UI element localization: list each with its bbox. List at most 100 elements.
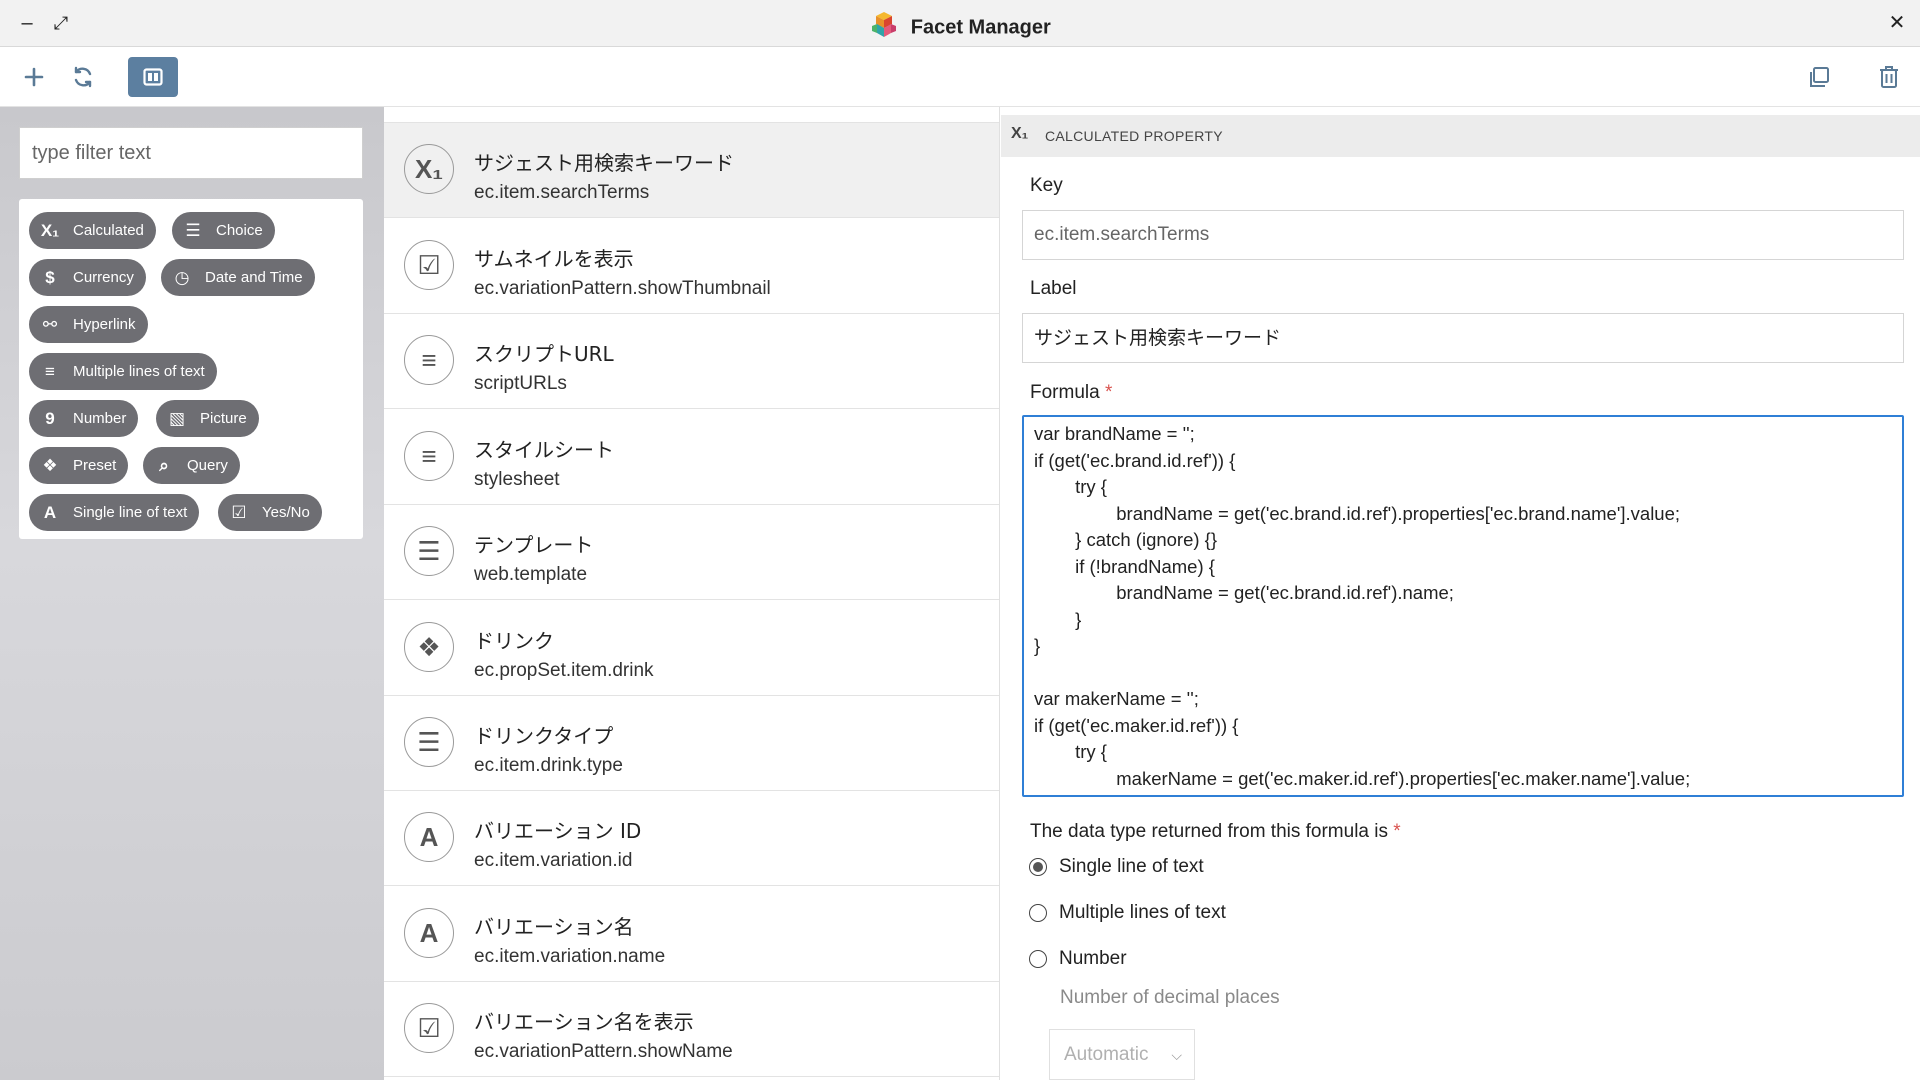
chevron-down-icon: ⌵ — [1171, 1047, 1182, 1063]
chip-yes-no[interactable]: ☑ Yes/No — [218, 494, 322, 531]
item-label: バリエーション ID — [474, 819, 642, 843]
list-item[interactable]: ☑ サムネイルを表示 ec.variationPattern.showThumb… — [384, 219, 999, 314]
property-list: X₁ サジェスト用検索キーワード ec.item.searchTerms ☑ サ… — [384, 107, 1000, 1080]
list-item[interactable]: ❖ ドリンク ec.propSet.item.drink — [384, 601, 999, 696]
chip-preset[interactable]: ❖ Preset — [29, 447, 129, 484]
radio-number[interactable]: Number — [1029, 948, 1127, 970]
window-title-container: Facet Manager — [0, 10, 1920, 46]
key-field[interactable]: ec.item.searchTerms — [1022, 210, 1904, 260]
radio-single-line-of-text[interactable]: Single line of text — [1029, 856, 1204, 878]
chip-currency[interactable]: $ Currency — [29, 259, 146, 296]
choice-icon: ☰ — [404, 717, 454, 767]
refresh-icon — [74, 66, 92, 88]
formula-editor[interactable]: var brandName = ''; if (get('ec.brand.id… — [1022, 415, 1904, 797]
list-item[interactable]: ≡ スクリプトURL scriptURLs — [384, 314, 999, 409]
item-label: スタイルシート — [474, 438, 614, 462]
item-label: バリエーション名を表示 — [474, 1010, 694, 1034]
item-key: ec.variationPattern.showName — [474, 1041, 733, 1062]
item-key: ec.item.searchTerms — [474, 182, 650, 203]
item-label: スクリプトURL — [474, 342, 614, 366]
label-field[interactable]: サジェスト用検索キーワード — [1022, 313, 1904, 363]
label-label: Label — [1030, 278, 1077, 299]
list-item[interactable]: ≡ スタイルシート stylesheet — [384, 410, 999, 505]
radio-icon — [1029, 904, 1047, 922]
return-type-label: The data type returned from this formula… — [1030, 821, 1401, 842]
checkbox-icon: ☑ — [404, 1003, 454, 1053]
property-detail-panel: X₁ CALCULATED PROPERTY Key ec.item.searc… — [1001, 107, 1920, 1080]
list-item[interactable]: ☑ バリエーション名を表示 ec.variationPattern.showNa… — [384, 982, 999, 1077]
chip-choice[interactable]: ☰ Choice — [172, 212, 275, 249]
item-key: ec.item.variation.id — [474, 850, 633, 871]
radio-multiple-lines-of-text[interactable]: Multiple lines of text — [1029, 902, 1226, 924]
preset-icon: ❖ — [42, 455, 58, 475]
link-icon: ⚯ — [42, 314, 58, 334]
preset-icon: ❖ — [404, 622, 454, 672]
key-label: Key — [1030, 175, 1063, 196]
radio-selected-icon — [1029, 858, 1047, 876]
trash-icon — [1880, 66, 1898, 88]
window-title: Facet Manager — [910, 16, 1051, 39]
chip-query[interactable]: ⌕ Query — [143, 447, 240, 484]
refresh-button[interactable] — [63, 57, 103, 97]
item-key: web.template — [474, 564, 588, 585]
toolbar — [0, 47, 1920, 107]
property-type-chips: X₁ Calculated ☰ Choice $ Currency ◷ Date and… — [19, 199, 363, 539]
chip-date-and-time[interactable]: ◷ Date and Time — [161, 259, 315, 296]
dollar-icon: $ — [45, 267, 55, 287]
calculated-icon: X₁ — [404, 144, 454, 194]
close-button[interactable]: ✕ — [1882, 8, 1912, 38]
number-icon: 9 — [45, 408, 55, 428]
multiline-text-icon: ≡ — [404, 431, 454, 481]
chip-hyperlink[interactable]: ⚯ Hyperlink — [29, 306, 148, 343]
plus-icon — [24, 67, 44, 87]
item-key: ec.item.drink.type — [474, 755, 623, 776]
split-view-button[interactable] — [128, 57, 178, 97]
checkbox-icon: ☑ — [404, 240, 454, 290]
formula-label: Formula * — [1030, 382, 1113, 403]
type-filter-sidebar: type filter text X₁ Calculated ☰ Choice $ C… — [0, 107, 384, 1080]
chip-picture[interactable]: ▧ Picture — [156, 400, 259, 437]
chip-multiple-lines-of-text[interactable]: ≡ Multiple lines of text — [29, 353, 217, 390]
item-key: ec.item.variation.name — [474, 946, 666, 967]
single-line-text-icon: A — [404, 812, 454, 862]
detail-header: X₁ CALCULATED PROPERTY — [1001, 115, 1920, 157]
clock-icon: ◷ — [174, 267, 190, 287]
chip-single-line-of-text[interactable]: A Single line of text — [29, 494, 200, 531]
checkbox-icon: ☑ — [231, 502, 247, 522]
list-item[interactable]: A バリエーション名 ec.item.variation.name — [384, 887, 999, 982]
chip-calculated[interactable]: X₁ Calculated — [29, 212, 156, 249]
copy-button[interactable] — [1799, 57, 1839, 97]
radio-icon — [1029, 950, 1047, 968]
item-label: テンプレート — [474, 533, 594, 557]
item-label: バリエーション名 — [474, 915, 634, 939]
choice-icon: ☰ — [185, 220, 201, 240]
app-logo-icon — [869, 10, 899, 46]
filter-input[interactable]: type filter text — [19, 127, 363, 179]
multiline-text-icon: ≡ — [404, 335, 454, 385]
add-button[interactable] — [14, 57, 54, 97]
picture-icon: ▧ — [168, 408, 186, 428]
choice-icon: ☰ — [404, 526, 454, 576]
list-item[interactable]: ☰ テンプレート web.template — [384, 505, 999, 600]
multiline-text-icon: ≡ — [45, 361, 55, 381]
list-item[interactable]: ☰ ドリンクタイプ ec.item.drink.type — [384, 696, 999, 791]
single-line-text-icon: A — [404, 908, 454, 958]
item-label: ドリンク — [474, 629, 554, 653]
decimal-places-select[interactable]: Automatic ⌵ — [1049, 1029, 1195, 1080]
item-key: scriptURLs — [474, 373, 567, 394]
copy-icon — [1810, 67, 1829, 87]
item-key: ec.propSet.item.drink — [474, 660, 654, 681]
list-item[interactable]: X₁ サジェスト用検索キーワード ec.item.searchTerms — [384, 123, 999, 218]
item-label: サジェスト用検索キーワード — [474, 151, 734, 175]
detail-header-title: CALCULATED PROPERTY — [1045, 128, 1223, 144]
required-mark: * — [1393, 821, 1401, 842]
delete-button[interactable] — [1869, 57, 1909, 97]
single-line-text-icon: A — [43, 502, 57, 522]
title-bar: – ⤢ Facet Manager ✕ — [0, 0, 1920, 47]
item-key: stylesheet — [474, 469, 560, 490]
required-mark: * — [1104, 382, 1113, 403]
calculated-icon: X₁ — [1011, 125, 1029, 142]
chip-number[interactable]: 9 Number — [29, 400, 139, 437]
decimal-places-label: Number of decimal places — [1060, 987, 1280, 1008]
list-item[interactable]: A バリエーション ID ec.item.variation.id — [384, 791, 999, 886]
